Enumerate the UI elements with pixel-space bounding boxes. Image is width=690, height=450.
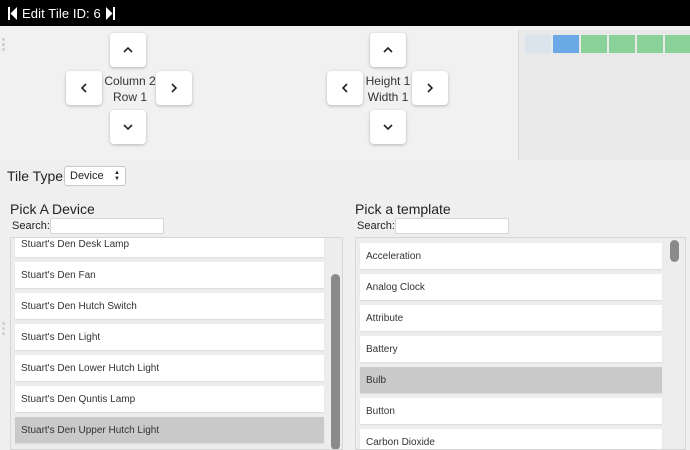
select-arrows-icon: ▲ ▼ [114, 170, 120, 182]
grid-cell-occupied [665, 35, 690, 53]
column-label: Column 2 [104, 74, 156, 88]
device-search-input[interactable] [50, 218, 164, 234]
grid-cell-current [553, 35, 579, 53]
list-item[interactable]: Acceleration [360, 243, 662, 269]
tile-grid-preview [518, 30, 690, 160]
row-label: Row 1 [112, 90, 147, 104]
chevron-up-icon [383, 46, 393, 53]
position-label: Column 2 Row 1 [104, 73, 156, 105]
tile-type-label: Tile Type: [7, 168, 67, 184]
drag-handle-icon[interactable] [2, 38, 5, 53]
chevron-down-icon [123, 124, 133, 131]
list-item[interactable]: Stuart's Den Light [15, 324, 324, 350]
row-up-button[interactable] [110, 33, 146, 67]
template-section-title: Pick a template [355, 201, 451, 217]
list-item[interactable]: Analog Clock [360, 274, 662, 300]
tile-title: Edit Tile ID: 6 [22, 5, 101, 21]
column-left-button[interactable] [66, 71, 102, 105]
device-section-title: Pick A Device [10, 201, 95, 217]
template-list[interactable]: Acceleration Analog Clock Attribute Battery… [355, 237, 686, 450]
list-item[interactable]: Attribute [360, 305, 662, 331]
chevron-right-icon [171, 83, 178, 93]
template-list-scrollbar[interactable] [670, 240, 679, 262]
list-item[interactable]: Stuart's Den Lower Hutch Light [15, 355, 324, 381]
list-item[interactable]: Stuart's Den Fan [15, 262, 324, 288]
width-label: Width 1 [367, 90, 409, 104]
device-list[interactable]: Stuart's Den Desk Lamp Stuart's Den Fan St… [10, 237, 343, 450]
height-label: Height 1 [365, 74, 411, 88]
template-search-label: Search: [357, 220, 395, 232]
device-search-label: Search: [12, 220, 50, 232]
row-down-button[interactable] [110, 110, 146, 144]
list-item[interactable]: Stuart's Den Hutch Switch [15, 293, 324, 319]
height-up-button[interactable] [370, 33, 406, 67]
list-item[interactable]: Carbon Dioxide [360, 429, 662, 449]
tile-type-value: Device [70, 170, 104, 182]
height-down-button[interactable] [370, 110, 406, 144]
chevron-up-icon [123, 46, 133, 53]
template-search-input[interactable] [395, 218, 509, 234]
column-right-button[interactable] [156, 71, 192, 105]
chevron-left-icon [80, 83, 87, 93]
list-item[interactable]: Battery [360, 336, 662, 362]
skip-forward-icon[interactable] [106, 6, 116, 20]
list-item[interactable]: Stuart's Den Desk Lamp [15, 238, 324, 257]
list-item[interactable]: Button [360, 398, 662, 424]
title-bar: Edit Tile ID: 6 [0, 0, 690, 26]
width-left-button[interactable] [327, 71, 363, 105]
list-item[interactable]: Stuart's Den Upper Hutch Light [15, 417, 324, 443]
grid-cell-empty [525, 35, 551, 53]
size-label: Height 1 Width 1 [364, 73, 412, 105]
grid-cell-occupied [609, 35, 635, 53]
chevron-left-icon [341, 83, 348, 93]
drag-handle-icon[interactable] [2, 322, 5, 337]
skip-back-icon[interactable] [7, 6, 17, 20]
device-list-scrollbar[interactable] [331, 274, 340, 449]
chevron-down-icon [383, 124, 393, 131]
tile-type-select[interactable]: Device ▲ ▼ [64, 166, 126, 186]
list-item[interactable]: Stuart's Den Quntis Lamp [15, 386, 324, 412]
width-right-button[interactable] [412, 71, 448, 105]
grid-cell-occupied [581, 35, 607, 53]
grid-cell-occupied [637, 35, 663, 53]
list-item[interactable]: Bulb [360, 367, 662, 393]
chevron-right-icon [427, 83, 434, 93]
